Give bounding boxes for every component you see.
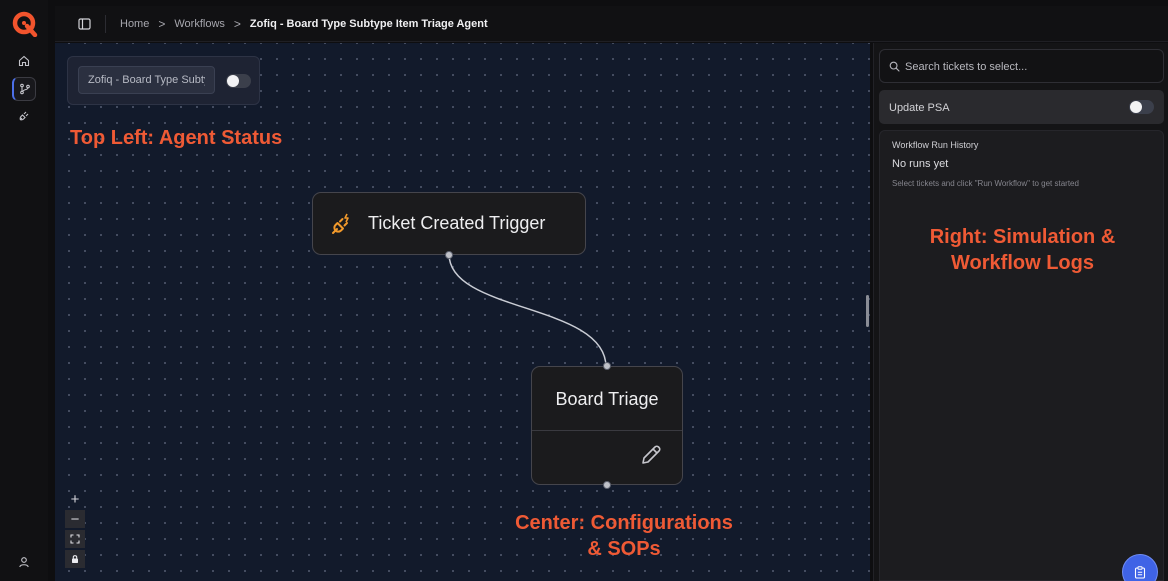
history-empty-state: No runs yet: [892, 158, 949, 170]
board-triage-node[interactable]: Board Triage: [531, 362, 683, 489]
zoom-in-button[interactable]: +: [65, 490, 85, 508]
clipboard-icon: [1134, 565, 1146, 579]
annotation-right-line-2: Workflow Logs: [951, 252, 1094, 274]
annotation-right: Right: Simulation & Workflow Logs: [880, 224, 1165, 276]
git-branch-icon: [19, 83, 30, 95]
top-header: Home > Workflows > Zofiq - Board Type Su…: [55, 6, 1168, 42]
history-hint: Select tickets and click "Run Workflow" …: [892, 179, 1079, 188]
plug-icon: [19, 111, 29, 121]
zoom-out-button[interactable]: −: [65, 510, 85, 528]
lock-button[interactable]: [65, 550, 85, 568]
panel-resize-handle[interactable]: [866, 295, 869, 327]
lock-icon: [72, 555, 78, 563]
integrations-nav-button[interactable]: [12, 104, 36, 128]
workflow-canvas[interactable]: Top Left: Agent Status Ticket Created Tr…: [55, 43, 870, 581]
ticket-search-input[interactable]: Search tickets to select...: [879, 49, 1164, 83]
search-icon: [889, 61, 900, 72]
sidebar-panel-icon: [77, 17, 91, 30]
board-triage-label: Board Triage: [555, 389, 659, 409]
edge-layer: [448, 253, 607, 368]
brand-logo[interactable]: [12, 11, 38, 37]
workflow-edge: [448, 253, 607, 368]
fit-view-button[interactable]: [65, 530, 85, 548]
trigger-node[interactable]: Ticket Created Trigger: [312, 192, 586, 259]
source-handle[interactable]: [603, 481, 611, 489]
update-psa-label: Update PSA: [889, 102, 950, 114]
trigger-node-label: Ticket Created Trigger: [368, 213, 546, 233]
breadcrumb-home[interactable]: Home: [120, 18, 149, 30]
breadcrumb-separator: >: [158, 16, 166, 31]
search-placeholder: Search tickets to select...: [905, 61, 1028, 73]
pencil-icon[interactable]: [639, 443, 663, 467]
plug-icon: [332, 213, 349, 234]
run-workflow-button[interactable]: [1122, 554, 1158, 581]
annotation-center-line-1: Center: Configurations: [515, 512, 733, 534]
update-psa-toggle[interactable]: [1129, 100, 1154, 114]
fit-view-icon: [70, 534, 80, 544]
annotation-right-line-1: Right: Simulation &: [929, 226, 1116, 248]
user-icon: [19, 557, 29, 568]
breadcrumb-workflows[interactable]: Workflows: [174, 18, 225, 30]
right-panel: Search tickets to select... Update PSA W…: [873, 43, 1168, 581]
update-psa-row: Update PSA: [879, 90, 1164, 124]
app-root: Home > Workflows > Zofiq - Board Type Su…: [0, 0, 1168, 581]
history-title: Workflow Run History: [892, 140, 979, 150]
source-handle[interactable]: [445, 251, 453, 259]
toggle-knob: [1130, 101, 1142, 113]
target-handle[interactable]: [603, 362, 611, 370]
annotation-center: Center: Configurations & SOPs: [455, 510, 793, 562]
breadcrumb-current: Zofiq - Board Type Subtype Item Triage A…: [249, 17, 488, 30]
home-nav-button[interactable]: [12, 49, 36, 73]
workflow-run-history: Workflow Run History No runs yet Select …: [879, 130, 1164, 581]
header-divider: [105, 14, 106, 33]
node-divider: [532, 430, 682, 431]
workflows-nav-button[interactable]: [12, 77, 36, 101]
profile-button[interactable]: [12, 550, 36, 574]
annotation-center-line-2: & SOPs: [587, 538, 661, 560]
sidebar-toggle-button[interactable]: [76, 16, 92, 32]
home-icon: [18, 55, 30, 67]
left-rail: [0, 0, 48, 581]
breadcrumb-separator: >: [233, 16, 241, 31]
